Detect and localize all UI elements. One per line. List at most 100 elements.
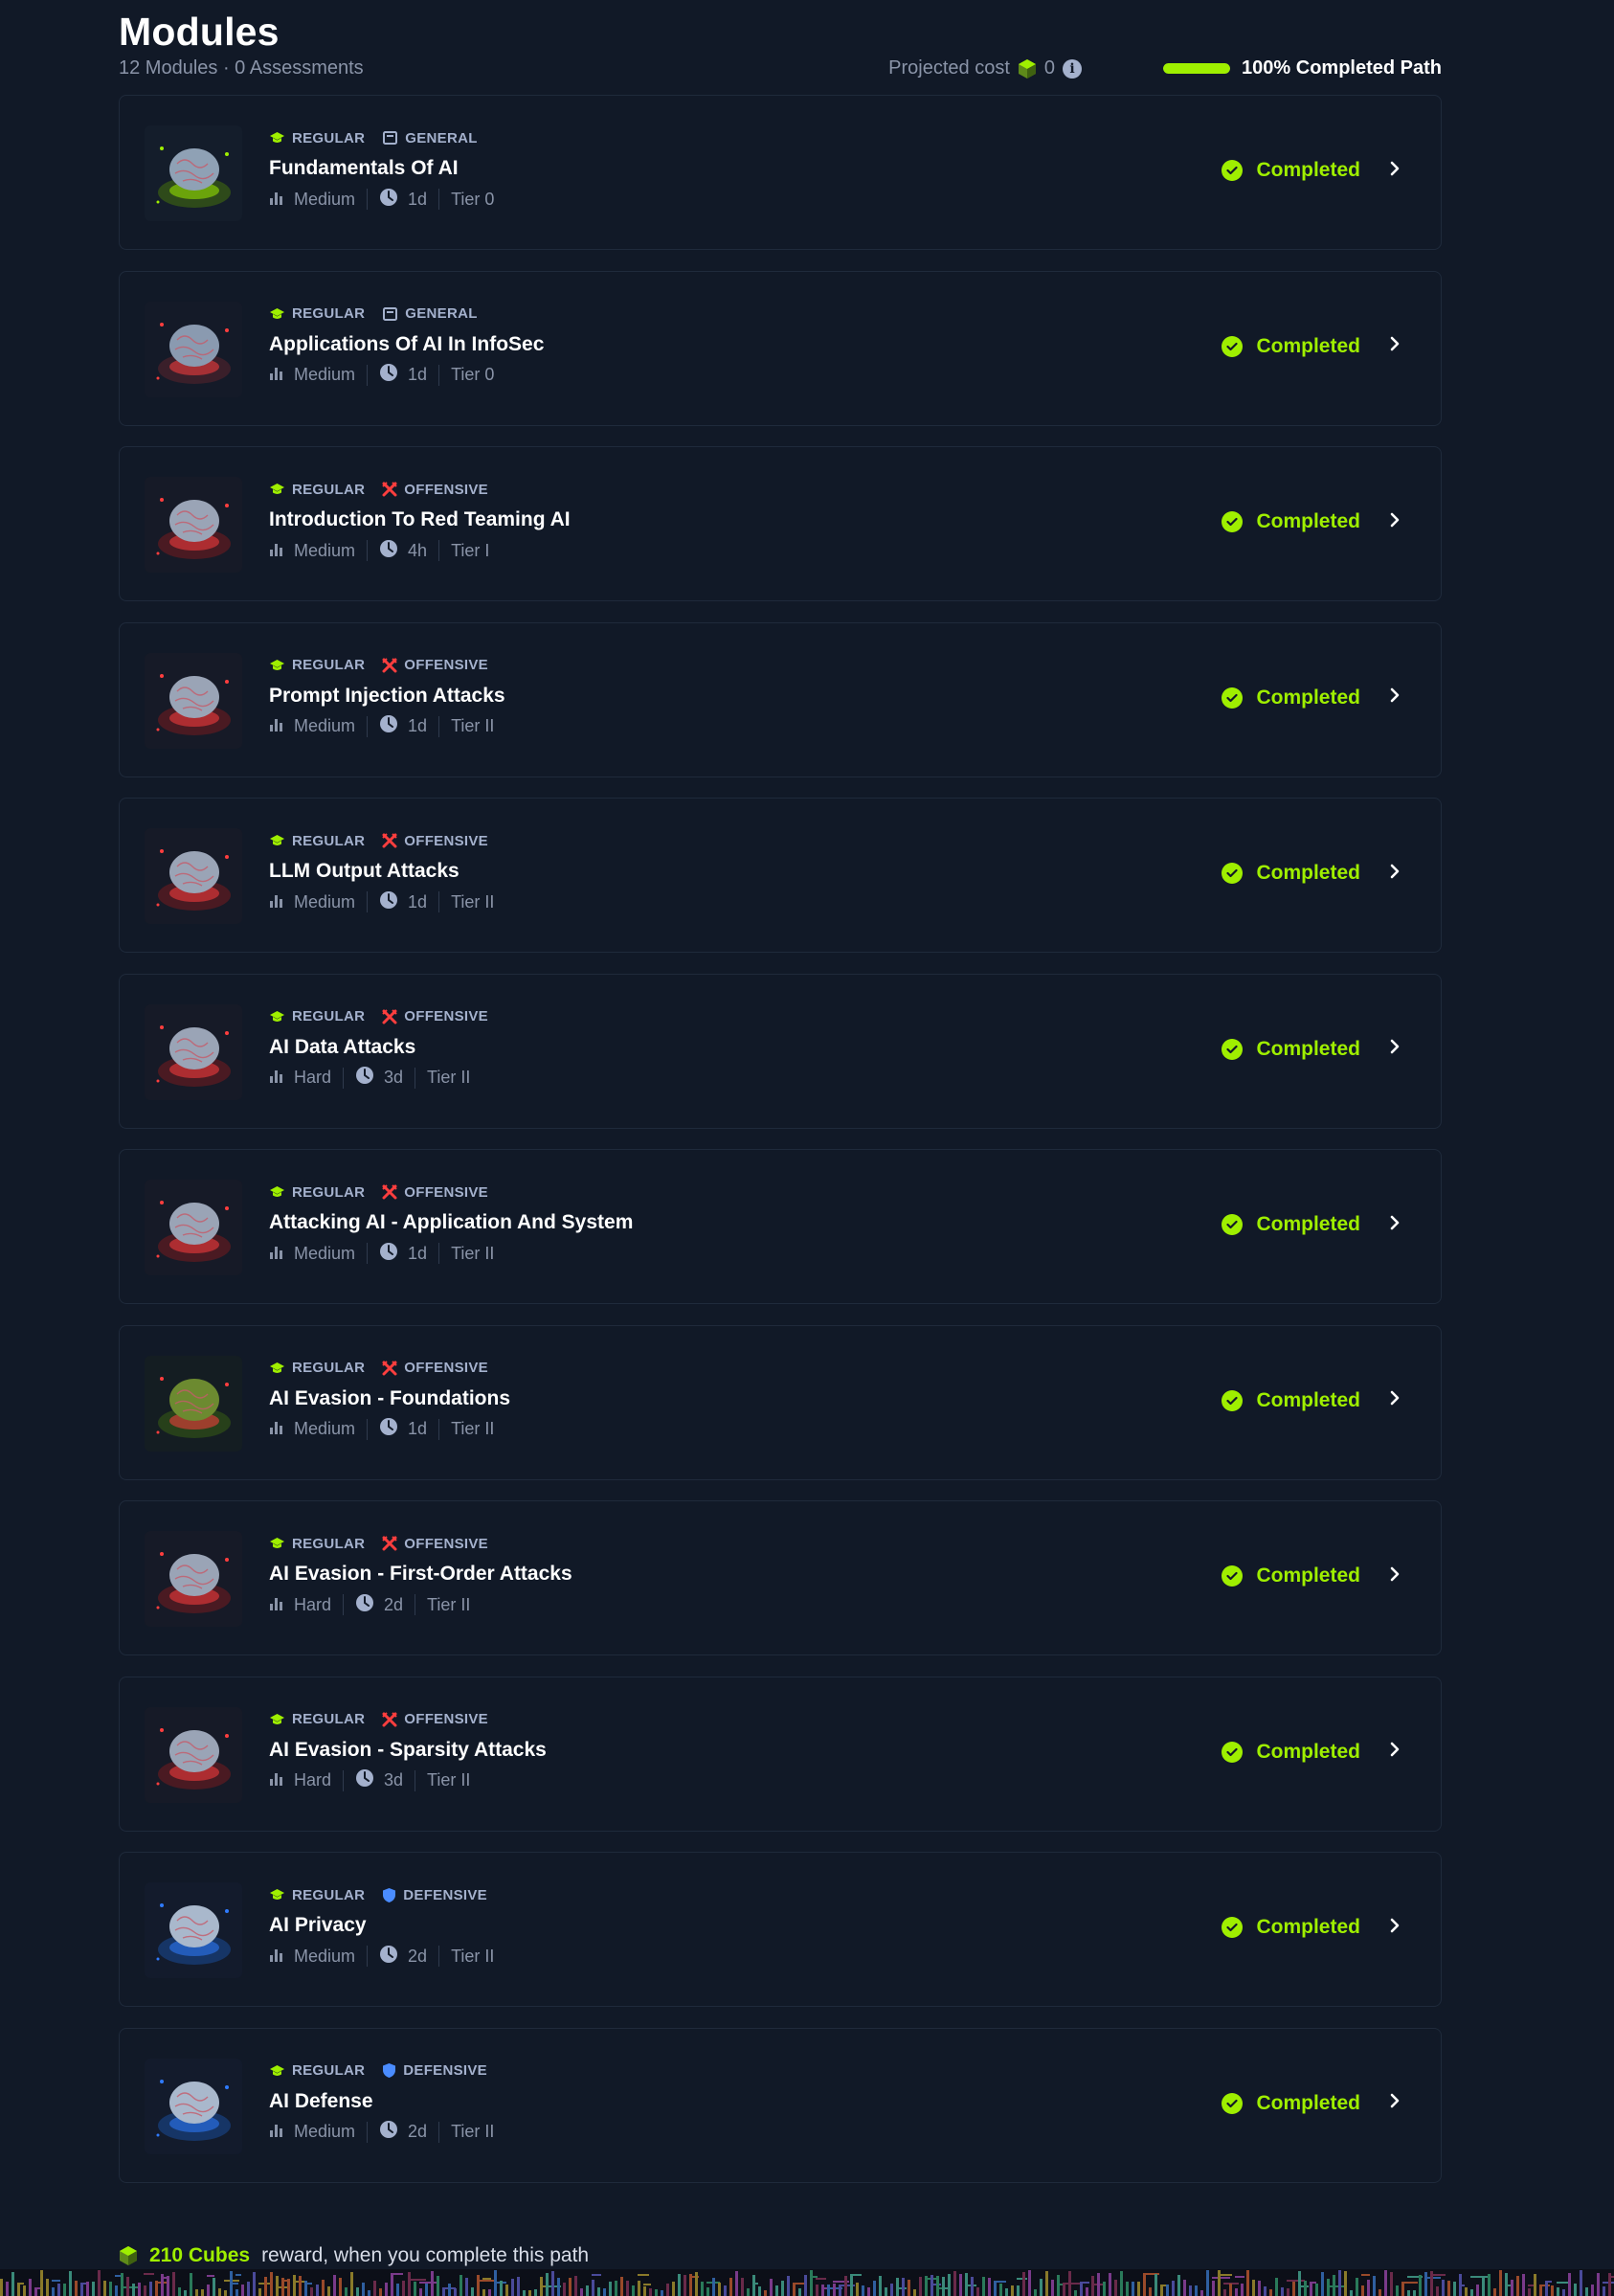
module-tags: REGULAR OFFENSIVE (269, 831, 494, 850)
module-thumbnail (145, 1706, 242, 1803)
status-label: Completed (1256, 1564, 1360, 1587)
module-tags: REGULAR OFFENSIVE (269, 1710, 547, 1729)
bar-chart-icon (269, 1419, 284, 1439)
duration-label: 4h (408, 540, 428, 560)
module-status: Completed (1222, 1564, 1401, 1587)
bar-chart-icon (269, 190, 284, 210)
module-difficulty: Hard (269, 1595, 331, 1615)
path-progress-label: 100% Completed Path (1242, 57, 1442, 79)
module-card[interactable]: REGULAR OFFENSIVE AI Evasion - Sparsity … (119, 1676, 1442, 1832)
graduation-cap-icon (269, 1537, 285, 1550)
module-type-label: REGULAR (292, 1360, 366, 1376)
module-tags: REGULAR DEFENSIVE (269, 1885, 494, 1904)
module-card[interactable]: REGULAR OFFENSIVE LLM Output Attacks Med… (119, 798, 1442, 953)
meta-divider (438, 715, 440, 737)
module-difficulty: Medium (269, 190, 355, 210)
module-tier: Tier II (451, 1947, 494, 1967)
check-circle-icon (1222, 1565, 1244, 1587)
meta-divider (438, 189, 440, 210)
duration-label: 2d (408, 2122, 428, 2141)
module-title: Applications Of AI In InfoSec (269, 332, 545, 355)
module-tags: REGULAR GENERAL (269, 304, 544, 324)
module-type-tag: REGULAR (269, 305, 365, 322)
status-label: Completed (1256, 686, 1360, 709)
module-card[interactable]: REGULAR GENERAL Applications Of AI In In… (119, 270, 1442, 426)
status-label: Completed (1256, 334, 1360, 357)
meta-divider (438, 2121, 440, 2143)
module-card[interactable]: REGULAR OFFENSIVE AI Evasion - Foundatio… (119, 1324, 1442, 1480)
meta-divider (367, 1418, 369, 1440)
module-card[interactable]: REGULAR OFFENSIVE AI Evasion - First-Ord… (119, 1500, 1442, 1655)
module-type-tag: REGULAR (269, 130, 365, 146)
info-icon[interactable]: i (1063, 58, 1082, 79)
module-title: Fundamentals Of AI (269, 157, 459, 179)
difficulty-label: Medium (294, 1946, 356, 1966)
chevron-right-icon[interactable] (1389, 2092, 1401, 2114)
module-meta: Medium 1d Tier II (269, 890, 494, 913)
module-type-tag: REGULAR (269, 657, 365, 673)
crossed-swords-icon (382, 657, 397, 673)
chevron-right-icon[interactable] (1389, 1214, 1401, 1236)
module-type-tag: REGULAR (269, 1711, 365, 1727)
chevron-right-icon[interactable] (1389, 1389, 1401, 1411)
bar-chart-icon (269, 1595, 284, 1615)
module-category-tag: OFFENSIVE (382, 1008, 488, 1024)
module-category-label: OFFENSIVE (404, 1711, 488, 1727)
module-card[interactable]: REGULAR GENERAL Fundamentals Of AI Mediu… (119, 95, 1442, 250)
module-status: Completed (1222, 2092, 1401, 2115)
check-circle-icon (1222, 1038, 1244, 1060)
module-tier: Tier II (451, 2122, 494, 2142)
chevron-right-icon[interactable] (1389, 1565, 1401, 1587)
module-tags: REGULAR OFFENSIVE (269, 480, 571, 499)
module-tier: Tier II (427, 1068, 470, 1088)
module-card[interactable]: REGULAR OFFENSIVE AI Data Attacks Hard 3… (119, 973, 1442, 1129)
meta-divider (367, 364, 369, 386)
chevron-right-icon[interactable] (1389, 160, 1401, 182)
chevron-right-icon[interactable] (1389, 335, 1401, 357)
module-info: REGULAR DEFENSIVE AI Privacy Medium 2d T… (269, 1885, 494, 1968)
graduation-cap-icon (269, 1362, 285, 1375)
meta-divider (438, 1243, 440, 1264)
clock-icon (379, 2120, 398, 2144)
page-title: Modules (119, 10, 280, 54)
duration-label: 1d (408, 1243, 428, 1263)
module-info: REGULAR OFFENSIVE Introduction To Red Te… (269, 480, 571, 562)
clock-icon (379, 363, 398, 387)
module-type-tag: REGULAR (269, 833, 365, 849)
module-card[interactable]: REGULAR DEFENSIVE AI Defense Medium 2d T… (119, 2027, 1442, 2183)
module-meta: Medium 1d Tier 0 (269, 188, 494, 211)
module-meta: Medium 1d Tier II (269, 1418, 510, 1441)
crossed-swords-icon (382, 1711, 397, 1727)
difficulty-label: Medium (294, 365, 356, 384)
module-card[interactable]: REGULAR OFFENSIVE Attacking AI - Applica… (119, 1149, 1442, 1304)
module-difficulty: Medium (269, 1419, 355, 1439)
module-tags: REGULAR GENERAL (269, 128, 494, 147)
check-circle-icon (1222, 1389, 1244, 1411)
module-title: LLM Output Attacks (269, 860, 460, 882)
module-type-label: REGULAR (292, 305, 366, 322)
bar-chart-icon (269, 1947, 284, 1967)
module-duration: 1d (379, 1242, 427, 1266)
chevron-right-icon[interactable] (1389, 687, 1401, 709)
chevron-right-icon[interactable] (1389, 1741, 1401, 1763)
tier-label: Tier 0 (451, 365, 495, 384)
chevron-right-icon[interactable] (1389, 863, 1401, 885)
chevron-right-icon[interactable] (1389, 1038, 1401, 1060)
chevron-right-icon[interactable] (1389, 1917, 1401, 1939)
chevron-right-icon[interactable] (1389, 511, 1401, 533)
module-tier: Tier II (451, 892, 494, 912)
module-title: AI Evasion - Foundations (269, 1386, 511, 1409)
module-card[interactable]: REGULAR DEFENSIVE AI Privacy Medium 2d T… (119, 1852, 1442, 2007)
module-card[interactable]: REGULAR OFFENSIVE Introduction To Red Te… (119, 446, 1442, 601)
meta-divider (367, 540, 369, 561)
book-icon (382, 306, 398, 322)
module-category-label: OFFENSIVE (404, 1183, 488, 1201)
clock-icon (379, 1242, 398, 1266)
module-card[interactable]: REGULAR OFFENSIVE Prompt Injection Attac… (119, 621, 1442, 777)
crossed-swords-icon (382, 482, 397, 497)
module-meta: Hard 3d Tier II (269, 1769, 547, 1792)
module-status: Completed (1222, 1741, 1401, 1764)
meta-divider (367, 189, 369, 210)
meta-divider (438, 540, 440, 561)
path-progress-bar (1163, 63, 1231, 74)
